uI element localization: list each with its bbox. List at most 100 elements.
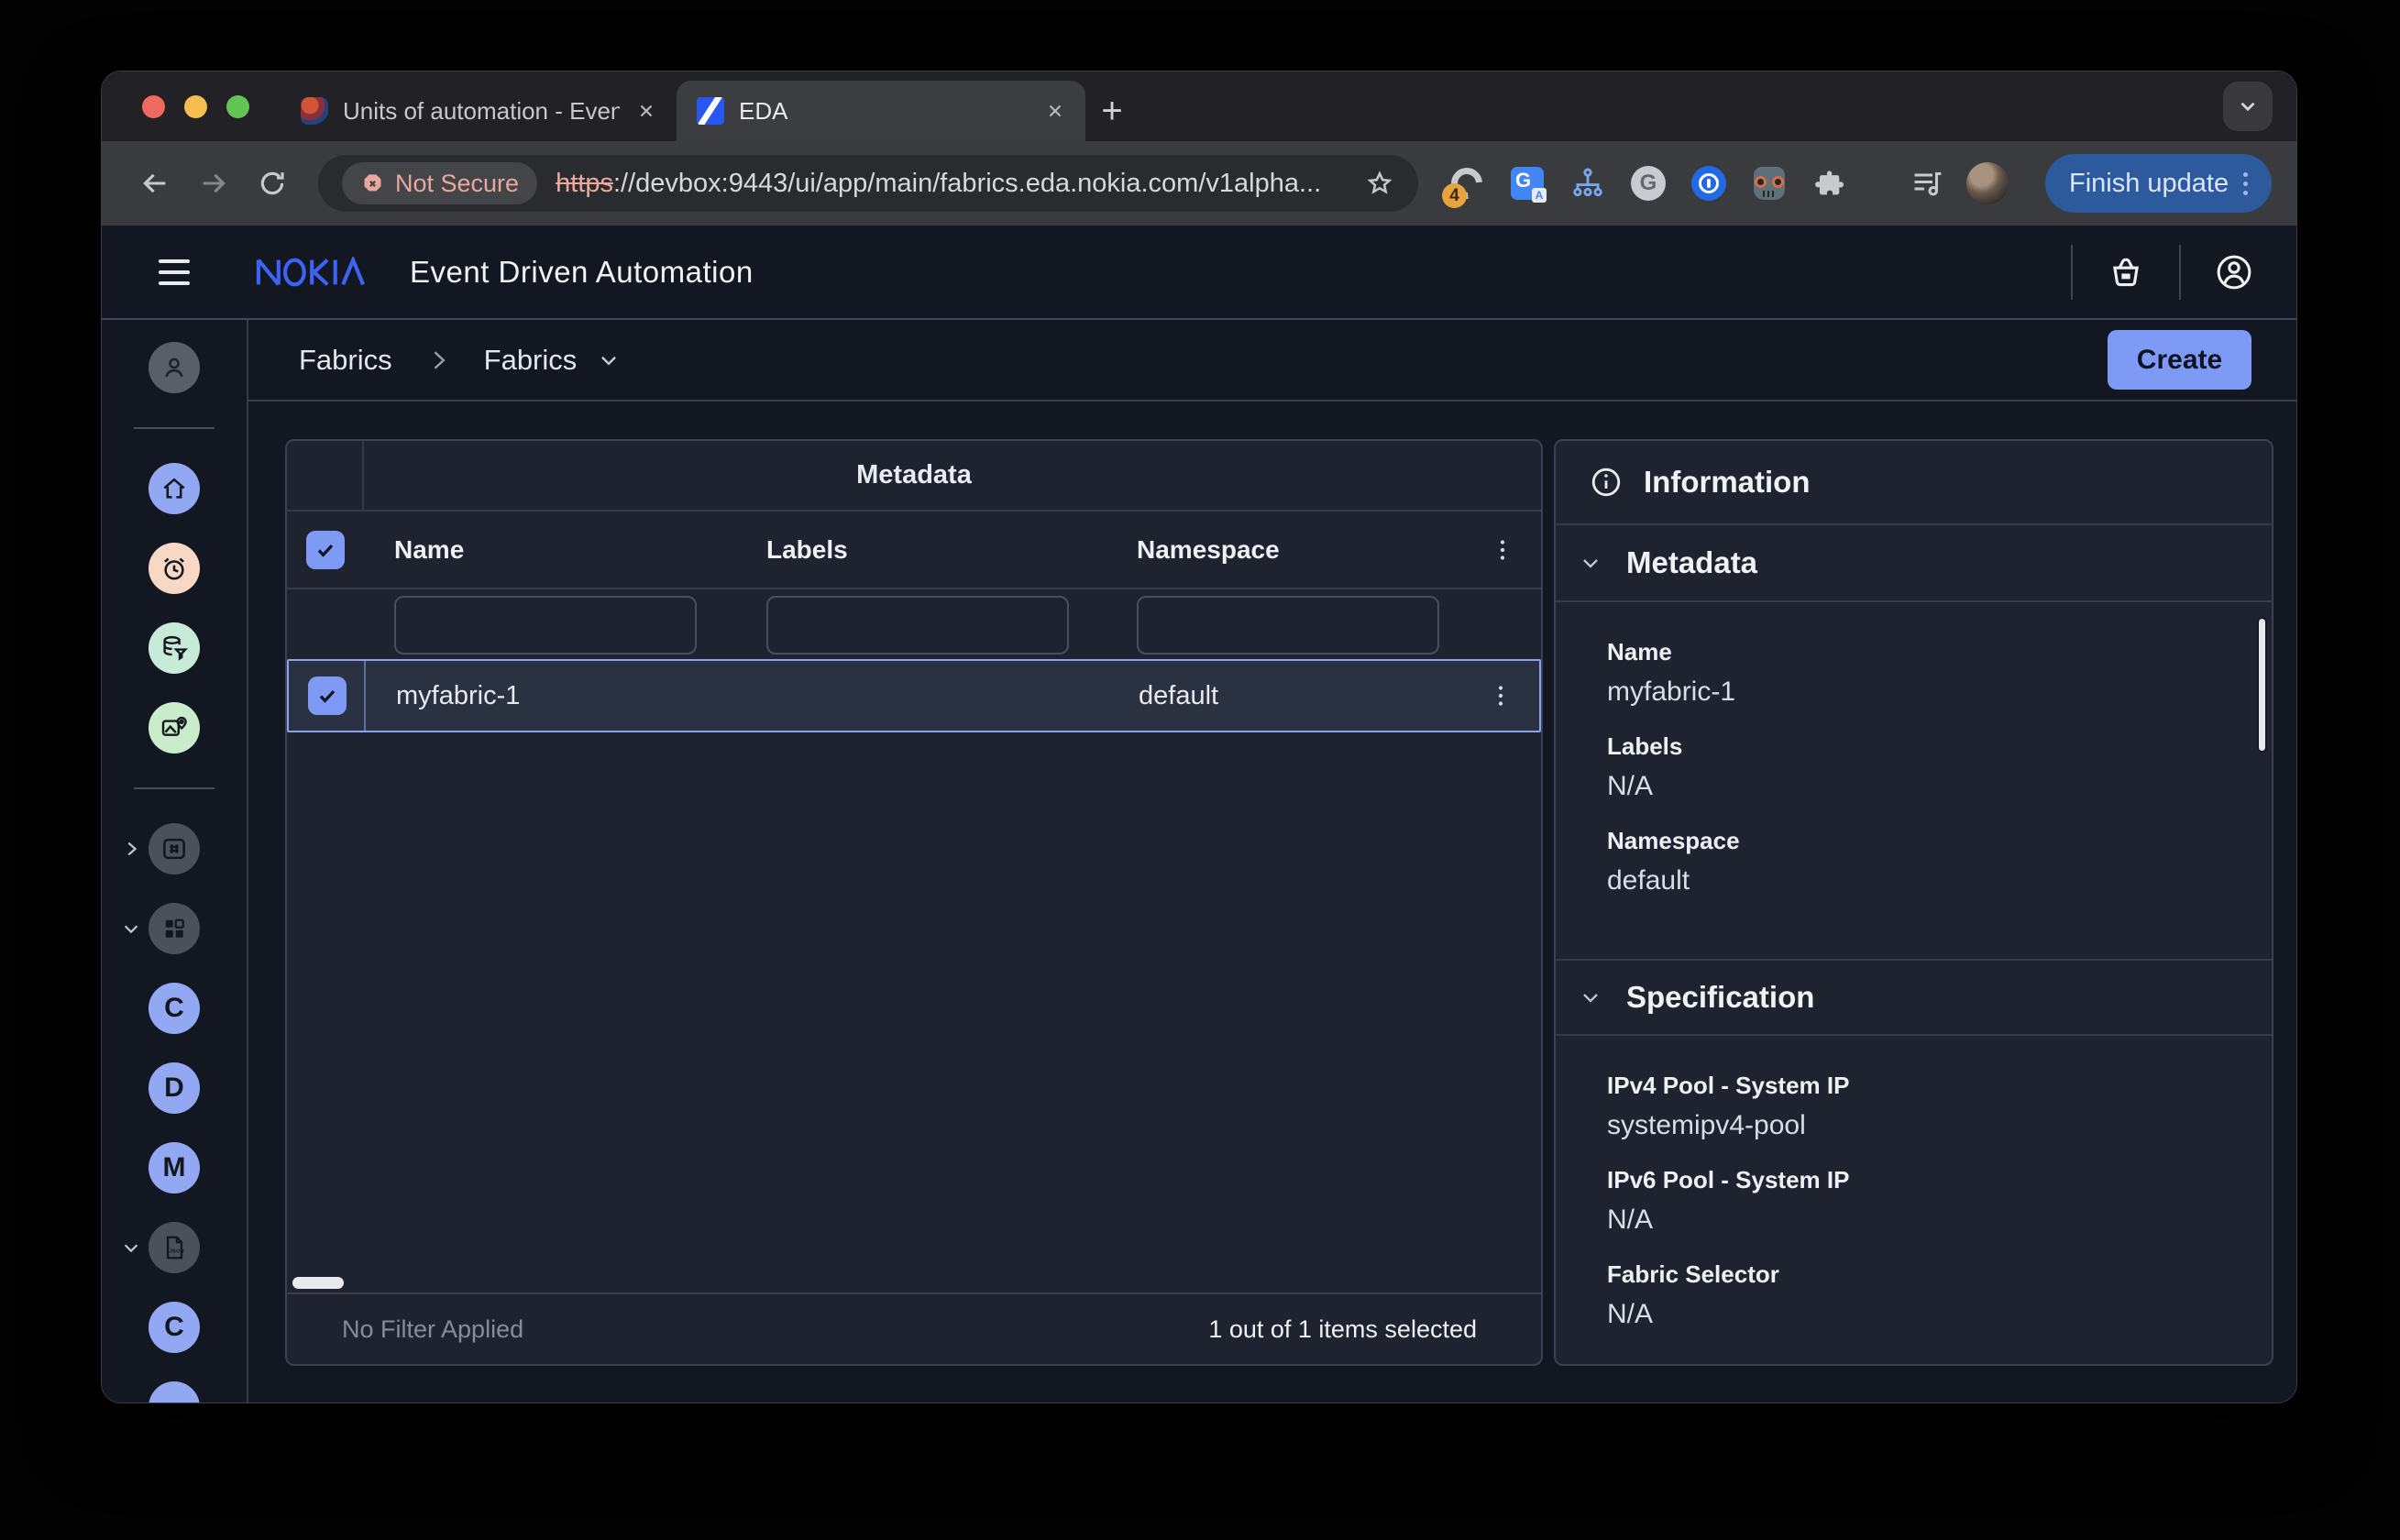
forward-icon[interactable] [188, 158, 239, 209]
tab-strip: Units of automation - Event D EDA + [102, 72, 2296, 141]
sidebar-item-json-group[interactable]: JSON [102, 1222, 248, 1273]
sidebar-divider [134, 427, 215, 429]
app-body: C D M JS [102, 320, 2296, 1402]
tab-search-button[interactable] [2223, 82, 2273, 131]
not-secure-label: Not Secure [395, 170, 519, 198]
nokia-logo[interactable] [252, 257, 369, 288]
filter-name-input[interactable] [394, 596, 697, 654]
table-filter-row [287, 589, 1541, 659]
back-icon[interactable] [129, 158, 181, 209]
field-label: Namespace [1607, 827, 2244, 855]
sidebar-divider [134, 787, 215, 789]
row-actions-kebab-icon[interactable] [1482, 677, 1519, 714]
maximize-window-button[interactable] [226, 95, 249, 118]
not-secure-octagon-icon [360, 171, 385, 196]
tab-title: Units of automation - Event D [343, 97, 620, 126]
table-row-myfabric-1[interactable]: myfabric-1 default [287, 659, 1541, 732]
app-header: Event Driven Automation [102, 226, 2296, 320]
window-controls [102, 72, 281, 141]
sidebar-item-hash-group[interactable] [102, 823, 248, 874]
apps-grid-icon [149, 903, 200, 954]
column-settings-kebab-icon[interactable] [1484, 532, 1521, 568]
hamburger-menu-icon[interactable] [159, 259, 199, 285]
browser-tab-eda[interactable]: EDA [677, 81, 1085, 141]
basket-icon[interactable] [2100, 247, 2152, 298]
horizontal-scrollbar-thumb[interactable] [292, 1277, 344, 1289]
chevron-down-icon[interactable] [121, 918, 141, 939]
browser-tab-units-of-automation[interactable]: Units of automation - Event D [281, 81, 677, 141]
field-label: IPv6 Pool - System IP [1607, 1166, 2244, 1194]
browser-profile-avatar[interactable] [1966, 162, 2009, 204]
bookmark-star-icon[interactable] [1365, 169, 1394, 198]
app-letter-badge: C [149, 983, 200, 1034]
breadcrumb: Fabrics Fabrics Create [248, 320, 2296, 402]
breadcrumb-section[interactable]: Fabrics [299, 344, 392, 377]
vertical-scrollbar-thumb[interactable] [2257, 617, 2267, 753]
home-icon [149, 463, 200, 514]
sidebar-item-partial[interactable] [102, 1381, 248, 1402]
sidebar-item-user[interactable] [102, 342, 248, 393]
section-header-metadata[interactable]: Metadata [1556, 525, 2272, 602]
information-header: Information [1556, 441, 2272, 525]
sidebar-item-alarms[interactable] [102, 543, 248, 594]
update-menu-kebab-icon [2243, 172, 2248, 195]
sidebar-item-queries[interactable] [102, 622, 248, 674]
sidebar-item-app-m[interactable]: M [102, 1142, 248, 1194]
cell-name: myfabric-1 [366, 681, 738, 711]
close-tab-icon[interactable] [634, 99, 658, 123]
not-secure-badge[interactable]: Not Secure [342, 162, 537, 204]
desktop: Units of automation - Event D EDA + [0, 0, 2400, 1540]
breadcrumb-page[interactable]: Fabrics [484, 344, 578, 377]
address-bar[interactable]: Not Secure https://devbox:9443/ui/app/ma… [318, 155, 1418, 212]
translate-extension-icon[interactable]: GA [1506, 162, 1548, 204]
hash-card-icon [149, 823, 200, 874]
filter-namespace-input[interactable] [1137, 596, 1439, 654]
column-header-labels: Labels [736, 535, 1106, 565]
sidebar-item-app-c2[interactable]: C [102, 1302, 248, 1353]
page-dropdown-chevron-icon[interactable] [597, 348, 621, 372]
app-letter-badge: C [149, 1302, 200, 1353]
table-empty-space [287, 732, 1541, 1292]
specification-fields: IPv4 Pool - System IP systemipv4-pool IP… [1556, 1036, 2272, 1356]
onepassword-extension-icon[interactable] [1688, 162, 1730, 204]
new-tab-button[interactable]: + [1085, 81, 1139, 141]
row-checkbox[interactable] [308, 676, 347, 715]
field-label: Name [1607, 638, 2244, 666]
chevron-down-icon[interactable] [121, 1238, 141, 1258]
media-playlist-icon[interactable] [1906, 162, 1948, 204]
section-header-specification[interactable]: Specification [1556, 959, 2272, 1036]
sidebar-item-app-c[interactable]: C [102, 983, 248, 1034]
bot-extension-icon[interactable] [1748, 162, 1790, 204]
extension-updates-icon[interactable]: 4 [1446, 162, 1488, 204]
sidebar-item-topology[interactable] [102, 702, 248, 754]
close-window-button[interactable] [142, 95, 165, 118]
field-value: N/A [1607, 1204, 2244, 1236]
account-icon[interactable] [2208, 247, 2260, 298]
sitemap-extension-icon[interactable] [1567, 162, 1609, 204]
reload-icon[interactable] [247, 158, 298, 209]
fabrics-table: Metadata Name Labels Namespace [285, 439, 1543, 1366]
sidebar-item-app-d[interactable]: D [102, 1062, 248, 1114]
cell-namespace: default [1108, 681, 1462, 711]
metadata-fields: Name myfabric-1 Labels N/A Namespace def… [1556, 602, 2272, 922]
field-label: IPv4 Pool - System IP [1607, 1072, 2244, 1100]
chevron-right-icon[interactable] [121, 839, 141, 859]
extensions-puzzle-icon[interactable] [1809, 162, 1851, 204]
parrot-favicon-icon [301, 97, 328, 125]
sidebar-item-apps-group[interactable] [102, 903, 248, 954]
extensions-row: 4 GA G [1446, 154, 2269, 213]
finish-update-button[interactable]: Finish update [2045, 154, 2272, 213]
field-label: Fabric Selector [1607, 1260, 2244, 1289]
minimize-window-button[interactable] [184, 95, 207, 118]
table-footer: No Filter Applied 1 out of 1 items selec… [287, 1292, 1541, 1364]
information-panel: Information Metadata Nam [1554, 439, 2273, 1366]
group-header-metadata: Metadata [364, 460, 1464, 490]
nokia-eda-favicon-icon [697, 97, 724, 125]
sidebar-item-home[interactable] [102, 463, 248, 514]
filter-labels-input[interactable] [766, 596, 1069, 654]
close-tab-icon[interactable] [1043, 99, 1067, 123]
grammarly-extension-icon[interactable]: G [1627, 162, 1669, 204]
select-all-checkbox[interactable] [306, 531, 345, 569]
create-button[interactable]: Create [2108, 330, 2251, 390]
field-value: N/A [1607, 1299, 2244, 1330]
